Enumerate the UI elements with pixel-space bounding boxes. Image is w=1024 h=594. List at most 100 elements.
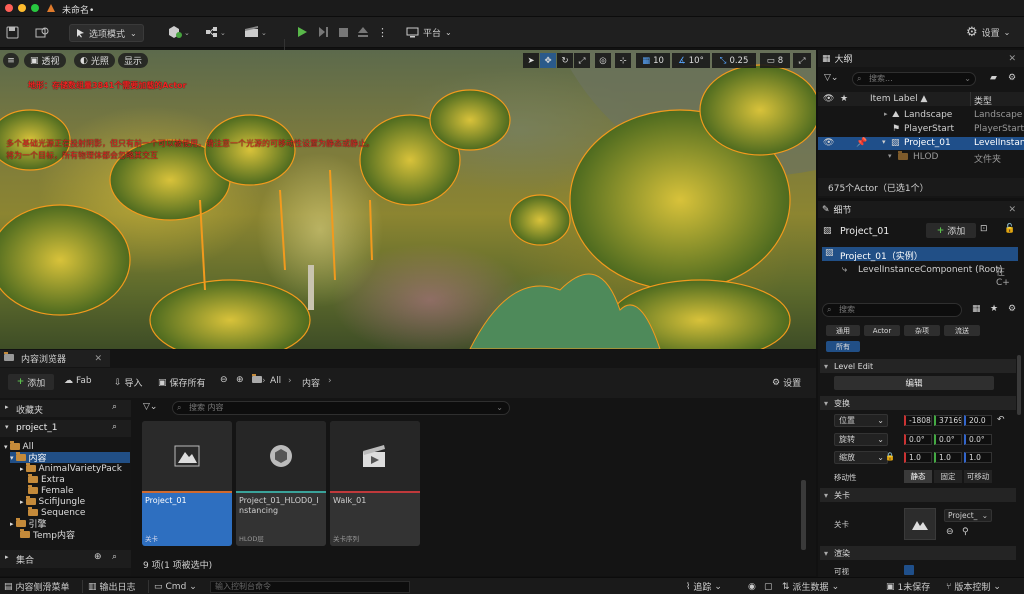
content-browser-tab[interactable]: 内容浏览器 ✕: [0, 350, 110, 367]
settings-dropdown[interactable]: ⚙ 设置 ⌄: [966, 22, 1010, 42]
outliner-row[interactable]: ▸ ⛰ Landscape Landscape: [818, 109, 1024, 122]
collapse-arrow-icon[interactable]: ▾: [882, 138, 886, 146]
level-viewport[interactable]: ≡ ▣ 透视 ◐ 光照 显示 ➤ ✥ ↻ ⤢ ◎ ⊹ ▦ 10 ∡ 10° ⤡ …: [0, 50, 816, 349]
category-transform[interactable]: 变换: [820, 396, 1016, 410]
record-icon[interactable]: ◉: [748, 580, 756, 593]
filter-general[interactable]: 通用: [826, 325, 860, 336]
breadcrumb-content[interactable]: 内容: [302, 376, 320, 389]
column-type[interactable]: 类型: [974, 94, 992, 107]
collapse-arrow-icon[interactable]: ▾: [888, 152, 892, 160]
output-log-button[interactable]: ▥ 输出日志: [88, 580, 136, 594]
tree-item-folder[interactable]: Female: [28, 485, 74, 496]
bookmark-icon[interactable]: ▢: [764, 580, 773, 593]
filter-actor[interactable]: Actor: [864, 325, 900, 336]
maximize-viewport-icon[interactable]: ⤢: [793, 53, 811, 68]
visibility-icon[interactable]: 👁: [823, 138, 834, 148]
rotation-snap-button[interactable]: ∡ 10°: [672, 53, 710, 68]
mobility-static[interactable]: 静态: [904, 470, 932, 483]
outliner-row[interactable]: ▾ HLOD 文件夹: [818, 151, 1024, 165]
favorites-header[interactable]: ▸ 收藏夹 ⌕: [0, 400, 131, 417]
lock-icon[interactable]: 🔓: [1004, 224, 1015, 234]
rotation-x-field[interactable]: 0.0°: [904, 434, 932, 445]
asset-tile-hlod[interactable]: Project_01_HLOD0_Instancing HLOD层: [236, 421, 326, 546]
show-button[interactable]: 显示: [118, 53, 149, 68]
more-options-icon[interactable]: ⋮: [377, 22, 388, 42]
project-header[interactable]: ▾ project_1 ⌕: [0, 420, 131, 437]
close-icon[interactable]: ✕: [1008, 205, 1016, 215]
mobility-stationary[interactable]: 固定: [934, 470, 962, 483]
derived-data-button[interactable]: ⇅ 派生数据 ⌄: [782, 580, 839, 594]
step-button[interactable]: [317, 22, 329, 42]
close-window-button[interactable]: [5, 4, 13, 12]
blueprint-button[interactable]: ⌄: [205, 22, 227, 42]
location-y-field[interactable]: 37169: [934, 415, 962, 426]
edit-button[interactable]: 编辑: [834, 376, 994, 390]
world-space-icon[interactable]: ◎: [595, 53, 611, 68]
filter-all[interactable]: 所有: [826, 341, 860, 352]
star-icon[interactable]: ★: [990, 304, 998, 314]
filter-streaming[interactable]: 流送: [944, 325, 980, 336]
save-all-button[interactable]: ▣ 保存所有: [158, 376, 206, 390]
outliner-row[interactable]: ⚑ PlayerStart PlayerStart: [818, 123, 1024, 136]
location-x-field[interactable]: -1808: [904, 415, 932, 426]
rotate-tool-icon[interactable]: ↻: [557, 53, 573, 68]
browse-asset-icon[interactable]: ⚲: [962, 527, 969, 537]
add-button[interactable]: + 添加: [8, 374, 54, 390]
mode-dropdown[interactable]: 选项模式 ⌄: [69, 24, 144, 42]
maximize-window-button[interactable]: [31, 4, 39, 12]
scale-z-field[interactable]: 1.0: [964, 452, 992, 463]
tree-item-folder[interactable]: Extra: [28, 474, 65, 485]
camera-speed-button[interactable]: ▭ 8: [760, 53, 790, 68]
viewport-menu-icon[interactable]: ≡: [3, 53, 19, 68]
tree-item-temp[interactable]: Temp内容: [20, 529, 75, 541]
filter-icon[interactable]: ▽⌄: [143, 402, 157, 412]
cinematics-button[interactable]: ⌄: [244, 22, 268, 42]
scale-snap-button[interactable]: ⤡ 0.25: [712, 53, 756, 68]
play-button[interactable]: [296, 22, 308, 42]
back-icon[interactable]: ⊖: [220, 375, 228, 385]
source-control-button[interactable]: ⑂ 版本控制 ⌄: [946, 580, 1001, 594]
category-level[interactable]: 关卡: [820, 488, 1016, 502]
location-z-field[interactable]: 20.0: [964, 415, 992, 426]
browse-icon[interactable]: [35, 22, 49, 42]
lock-icon[interactable]: 🔒: [885, 452, 895, 461]
cmd-dropdown[interactable]: ▭ Cmd ⌄: [154, 580, 197, 593]
scale-dropdown[interactable]: 缩放 ⌄: [834, 451, 888, 464]
gear-icon[interactable]: ⚙: [1008, 73, 1016, 83]
lighting-button[interactable]: ◐ 光照: [74, 53, 115, 68]
minimize-window-button[interactable]: [18, 4, 26, 12]
fab-button[interactable]: ☁ Fab: [64, 376, 92, 386]
collections-header[interactable]: ▸ 集合 ⊕ ⌕: [0, 550, 131, 568]
asset-scrollbar[interactable]: [801, 480, 806, 550]
search-icon[interactable]: ⌕: [112, 402, 117, 412]
filter-icon[interactable]: ▽⌄: [824, 73, 838, 83]
asset-tile-level[interactable]: Project_01 关卡: [142, 421, 232, 546]
tree-item-content[interactable]: ▾ 内容: [10, 452, 130, 464]
stop-button[interactable]: [338, 22, 349, 42]
perspective-button[interactable]: ▣ 透视: [24, 53, 66, 68]
rotation-z-field[interactable]: 0.0°: [964, 434, 992, 445]
details-scrollbar[interactable]: [1017, 355, 1021, 415]
visibility-icon[interactable]: 👁: [823, 94, 834, 104]
grid-snap-button[interactable]: ▦ 10: [636, 53, 670, 68]
search-icon[interactable]: ⌕: [112, 422, 117, 432]
scale-y-field[interactable]: 1.0: [934, 452, 962, 463]
platform-dropdown[interactable]: 平台 ⌄: [406, 22, 452, 42]
details-search-input[interactable]: ⌕ 搜索: [822, 303, 962, 317]
tree-item-folder[interactable]: ▸ ScifiJungle: [20, 496, 85, 507]
column-item-label[interactable]: Item Label ▲: [870, 94, 927, 104]
asset-tile-sequence[interactable]: Walk_01 关卡序列: [330, 421, 420, 546]
surface-snap-icon[interactable]: ⊹: [615, 53, 631, 68]
console-input[interactable]: 输入控制台命令: [210, 581, 410, 593]
rotation-dropdown[interactable]: 旋转 ⌄: [834, 433, 888, 446]
category-rendering[interactable]: 渲染: [820, 546, 1016, 560]
breadcrumb-all[interactable]: All: [270, 376, 281, 386]
folder-add-icon[interactable]: ▰: [990, 73, 997, 83]
search-icon[interactable]: ⌕: [112, 552, 117, 562]
rotation-y-field[interactable]: 0.0°: [934, 434, 962, 445]
gear-icon[interactable]: ⚙: [1008, 304, 1016, 314]
mobility-movable[interactable]: 可移动: [964, 470, 992, 483]
close-icon[interactable]: ✕: [1008, 54, 1016, 64]
location-dropdown[interactable]: 位置 ⌄: [834, 414, 888, 427]
table-view-icon[interactable]: ▦: [972, 304, 981, 314]
